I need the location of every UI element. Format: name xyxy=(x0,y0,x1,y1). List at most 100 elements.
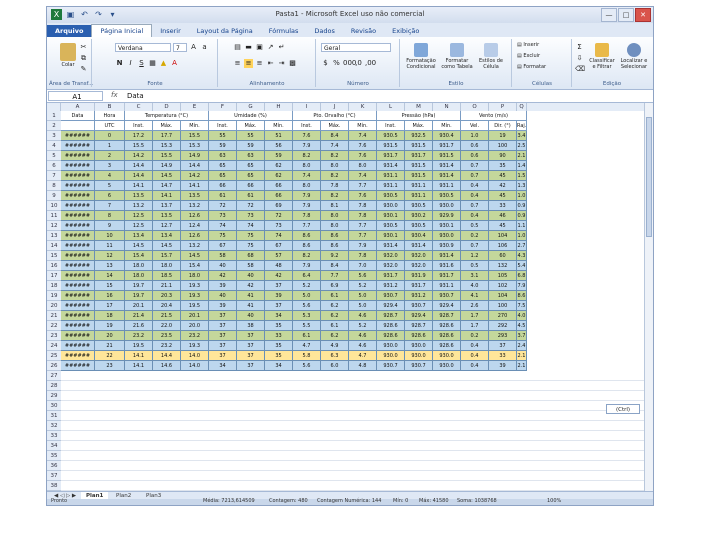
indent-decrease-icon[interactable]: ⇤ xyxy=(266,59,275,68)
table-cell[interactable]: 5.6 xyxy=(349,271,377,281)
table-cell[interactable]: 102 xyxy=(489,281,517,291)
table-cell[interactable]: 66 xyxy=(209,181,237,191)
paste-options-button[interactable]: (Ctrl) xyxy=(606,404,640,414)
table-cell[interactable]: 930.7 xyxy=(433,291,461,301)
row-header[interactable]: 2 xyxy=(47,121,61,131)
table-cell[interactable]: 929.9 xyxy=(433,211,461,221)
table-cell[interactable]: 931.1 xyxy=(433,181,461,191)
table-cell[interactable]: 8.4 xyxy=(321,131,349,141)
table-cell[interactable]: 19.3 xyxy=(181,291,209,301)
table-cell[interactable]: ###### xyxy=(61,311,95,321)
empty-row[interactable] xyxy=(61,471,645,481)
table-cell[interactable]: 0.4 xyxy=(461,181,489,191)
table-cell[interactable]: 13 xyxy=(95,261,125,271)
tab-0[interactable]: Arquivo xyxy=(47,25,92,37)
table-cell[interactable]: ###### xyxy=(61,191,95,201)
table-cell[interactable]: 37 xyxy=(209,341,237,351)
table-cell[interactable]: 8 xyxy=(95,211,125,221)
format-painter-icon[interactable]: ✎ xyxy=(79,65,88,74)
table-cell[interactable]: 23.5 xyxy=(153,331,181,341)
table-cell[interactable]: 6.1 xyxy=(293,331,321,341)
grow-font-icon[interactable]: A xyxy=(189,43,198,52)
table-cell[interactable]: Mín. xyxy=(433,121,461,131)
table-cell[interactable]: 34 xyxy=(265,361,293,371)
table-cell[interactable]: 19.7 xyxy=(125,291,153,301)
table-cell[interactable]: 14.4 xyxy=(125,171,153,181)
table-cell[interactable]: 930.0 xyxy=(433,361,461,371)
table-cell[interactable]: 4.7 xyxy=(293,341,321,351)
table-cell[interactable]: 73 xyxy=(209,211,237,221)
row-header[interactable]: 1 xyxy=(47,111,61,121)
tab-6[interactable]: Revisão xyxy=(343,25,384,37)
table-cell[interactable]: 33 xyxy=(489,201,517,211)
table-cell[interactable]: 4.5 xyxy=(517,321,527,331)
table-cell[interactable]: 14.1 xyxy=(153,191,181,201)
table-cell[interactable]: 14.2 xyxy=(181,171,209,181)
column-header-J[interactable]: J xyxy=(321,103,349,111)
table-cell[interactable]: 931.2 xyxy=(377,281,405,291)
table-cell[interactable]: 1.0 xyxy=(517,231,527,241)
table-cell[interactable]: 18 xyxy=(95,311,125,321)
table-cell[interactable]: 73 xyxy=(265,221,293,231)
table-cell[interactable]: 7.9 xyxy=(349,241,377,251)
table-cell[interactable]: 5.0 xyxy=(349,291,377,301)
insert-cells-button[interactable]: ▤ Inserir xyxy=(517,42,539,48)
table-cell[interactable]: 270 xyxy=(489,311,517,321)
table-cell[interactable]: 7.9 xyxy=(293,201,321,211)
tab-7[interactable]: Exibição xyxy=(384,25,427,37)
merge-center-icon[interactable]: ▩ xyxy=(288,59,297,68)
table-cell[interactable]: 58 xyxy=(209,251,237,261)
zoom-level[interactable]: 100% xyxy=(547,498,561,505)
table-cell[interactable]: 928.7 xyxy=(433,311,461,321)
row-header[interactable]: 8 xyxy=(47,181,61,191)
table-cell[interactable]: 932.0 xyxy=(405,261,433,271)
empty-row[interactable] xyxy=(61,461,645,471)
table-cell[interactable]: 7 xyxy=(95,201,125,211)
table-cell[interactable]: 13.4 xyxy=(125,231,153,241)
table-cell[interactable]: 66 xyxy=(265,181,293,191)
table-cell[interactable]: 9.2 xyxy=(321,251,349,261)
table-cell[interactable]: 45 xyxy=(489,191,517,201)
empty-row[interactable] xyxy=(61,371,645,381)
table-cell[interactable]: 6.4 xyxy=(293,271,321,281)
table-cell[interactable]: 931.7 xyxy=(433,141,461,151)
table-cell[interactable]: 12.7 xyxy=(153,221,181,231)
row-header[interactable]: 3 xyxy=(47,131,61,141)
empty-row[interactable] xyxy=(61,411,645,421)
table-cell[interactable]: ###### xyxy=(61,201,95,211)
table-cell[interactable]: 4.8 xyxy=(349,361,377,371)
table-cell[interactable]: 930.0 xyxy=(405,351,433,361)
table-cell[interactable]: 3.7 xyxy=(517,331,527,341)
column-header-N[interactable]: N xyxy=(433,103,461,111)
table-cell[interactable]: 15.3 xyxy=(153,141,181,151)
table-cell[interactable]: 21.4 xyxy=(125,311,153,321)
table-cell[interactable]: 100 xyxy=(489,141,517,151)
table-cell[interactable]: 42 xyxy=(489,181,517,191)
row-header[interactable]: 32 xyxy=(47,421,61,431)
table-cell[interactable]: 928.6 xyxy=(433,321,461,331)
table-cell[interactable]: 930.0 xyxy=(433,231,461,241)
table-cell[interactable]: 40 xyxy=(209,261,237,271)
table-cell[interactable]: 930.9 xyxy=(433,241,461,251)
table-cell[interactable]: 33 xyxy=(489,351,517,361)
table-cell[interactable]: 12.6 xyxy=(181,211,209,221)
table-cell[interactable]: 0.2 xyxy=(461,331,489,341)
table-cell[interactable]: 6.1 xyxy=(321,321,349,331)
table-cell[interactable]: 0.9 xyxy=(517,211,527,221)
clear-icon[interactable]: ⌫ xyxy=(575,65,585,74)
table-cell[interactable]: 930.0 xyxy=(405,341,433,351)
table-cell[interactable]: 2.1 xyxy=(517,361,527,371)
table-cell[interactable]: 14.9 xyxy=(181,151,209,161)
table-cell[interactable]: 0.7 xyxy=(461,161,489,171)
scroll-thumb[interactable] xyxy=(646,117,652,237)
spreadsheet-grid[interactable]: A B C D E F G H I J K L M N O P Q 1 2 3 4 5 6 7 8 9 10 11 12 13 14 15 16… xyxy=(47,103,653,491)
table-cell[interactable]: 37 xyxy=(265,281,293,291)
table-cell[interactable]: 8.0 xyxy=(293,181,321,191)
table-cell[interactable]: 14.1 xyxy=(181,181,209,191)
column-header-A[interactable]: A xyxy=(61,103,95,111)
format-cells-button[interactable]: ▤ Formatar xyxy=(517,64,546,70)
table-cell[interactable]: 23.2 xyxy=(153,341,181,351)
table-cell[interactable]: 7.4 xyxy=(321,141,349,151)
table-cell[interactable]: 932.0 xyxy=(377,261,405,271)
table-cell[interactable]: 930.0 xyxy=(377,351,405,361)
